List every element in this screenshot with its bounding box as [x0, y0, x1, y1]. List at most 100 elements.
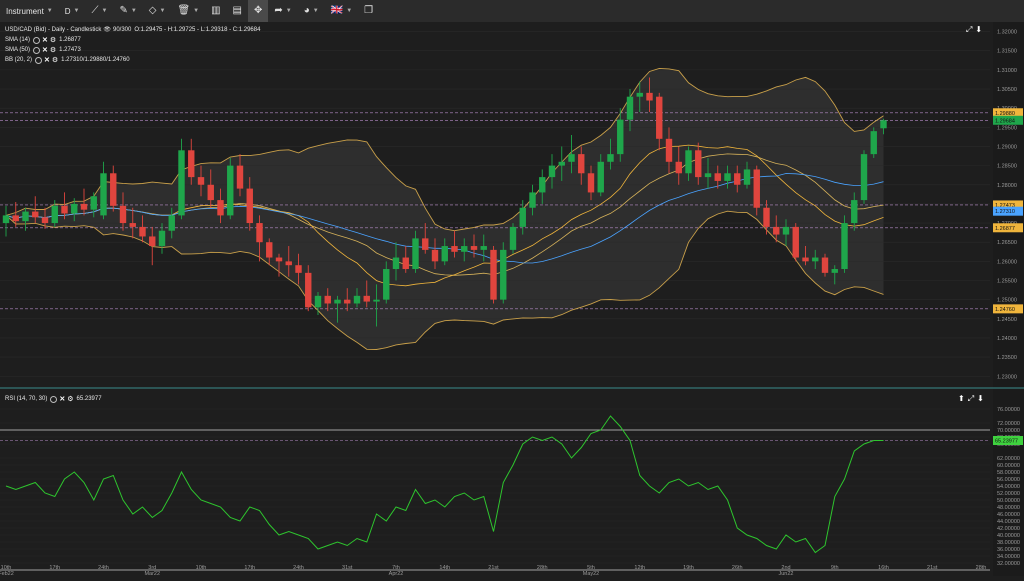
candle-body: [470, 246, 478, 250]
pencil-menu[interactable]: ✎ ▼: [113, 0, 142, 22]
close-icon[interactable]: ✕: [42, 36, 48, 44]
candle-body: [41, 217, 49, 224]
candle-body: [607, 154, 614, 162]
expand-icon[interactable]: ⤢: [966, 25, 972, 35]
candle-body: [256, 223, 263, 243]
candle-body: [353, 295, 361, 304]
timeframe-menu[interactable]: D ▼: [59, 0, 86, 22]
candle-body: [363, 295, 370, 302]
candle-body: [100, 173, 107, 216]
candle-body: [743, 169, 751, 185]
expand-icon[interactable]: ⤢: [968, 394, 974, 404]
x-tick-label: 9th: [831, 565, 839, 571]
candle-body: [139, 226, 146, 237]
rsi-tick-label: 34.00000: [997, 554, 1020, 560]
layout-button[interactable]: ▤: [227, 0, 248, 22]
candle-body: [870, 131, 877, 155]
candle-body: [80, 203, 88, 210]
pencil-icon: ✎: [119, 5, 128, 16]
bars-info: 90/300: [112, 26, 132, 33]
rsi-tick-label: 62.00000: [997, 456, 1020, 462]
candle-body: [656, 96, 663, 139]
visibility-icon[interactable]: [50, 395, 58, 403]
arrow-down-icon[interactable]: ⬇: [975, 25, 982, 35]
candle-body: [568, 154, 575, 162]
instrument-label: Instrument: [6, 6, 44, 16]
candle-body: [773, 226, 780, 235]
price-tag-label: 1.24760: [995, 307, 1015, 313]
close-icon[interactable]: ✕: [42, 46, 48, 54]
candle-body: [636, 92, 643, 97]
visibility-icon[interactable]: [33, 46, 41, 54]
candle-body: [441, 246, 448, 262]
rsi-tick-label: 44.00000: [997, 519, 1020, 525]
candle-body: [334, 299, 341, 304]
chart-area[interactable]: 1.320001.315001.310001.305001.300001.295…: [0, 22, 1024, 577]
rsi-tick-label: 40.00000: [997, 533, 1020, 539]
candle-body: [597, 161, 604, 193]
gear-icon[interactable]: ⚙: [67, 395, 73, 403]
chevron-down-icon: ▼: [285, 8, 292, 14]
rsi-tick-label: 52.00000: [997, 491, 1020, 497]
visibility-icon[interactable]: [33, 36, 41, 44]
candle-body: [860, 154, 868, 201]
popout-button[interactable]: ❐: [358, 0, 379, 22]
price-tag-label: 1.26877: [995, 226, 1015, 232]
chart-type-button[interactable]: ▥: [205, 0, 226, 22]
candle-body: [802, 257, 809, 262]
candle-body: [626, 96, 634, 120]
x-tick-label: 21st: [927, 565, 938, 571]
bb-legend: BB (20, 2) ✕ ⚙ 1.27310/1.29880/1.24760: [5, 56, 130, 64]
rsi-tick-label: 38.00000: [997, 540, 1020, 546]
rsi-value: 65.23977: [76, 396, 102, 402]
crosshair-button[interactable]: ✥: [248, 0, 269, 22]
arrow-down-icon[interactable]: ⬇: [977, 394, 984, 404]
arrow-up-icon[interactable]: ⬆: [958, 394, 965, 404]
candle-body: [207, 184, 214, 201]
language-menu[interactable]: 🇬🇧 ▼: [325, 0, 358, 22]
candle-body: [236, 165, 244, 189]
rsi-tick-label: 72.00000: [997, 421, 1020, 427]
draw-line-menu[interactable]: ⟋ ▼: [85, 0, 113, 22]
price-tick-label: 1.25500: [997, 279, 1017, 285]
price-tick-label: 1.24000: [997, 336, 1017, 342]
chevron-down-icon: ▼: [312, 8, 319, 14]
chart-svg[interactable]: 1.320001.315001.310001.305001.300001.295…: [0, 22, 1024, 577]
x-tick-label: 26th: [732, 565, 743, 571]
gear-icon[interactable]: ⚙: [52, 56, 58, 64]
price-tick-label: 1.28000: [997, 183, 1017, 189]
shapes-icon: ◇: [148, 5, 157, 16]
candle-body: [197, 177, 205, 185]
theme-menu[interactable]: ◕ ▼: [298, 0, 325, 22]
trash-icon: 🗑: [177, 5, 191, 16]
rsi-tick-label: 48.00000: [997, 505, 1020, 511]
crosshair-icon: ✥: [254, 5, 263, 16]
shapes-menu[interactable]: ◇ ▼: [143, 0, 172, 22]
delete-menu[interactable]: 🗑 ▼: [171, 0, 205, 22]
bb-value: 1.27310/1.29880/1.24760: [61, 57, 130, 63]
x-tick-sublabel: May22: [583, 571, 600, 576]
candle-body: [305, 272, 312, 308]
candle-body: [110, 173, 117, 206]
close-icon[interactable]: ✕: [44, 56, 50, 64]
candle-body: [763, 207, 770, 227]
sma14-legend: SMA (14) ✕ ⚙ 1.26877: [5, 36, 81, 44]
share-menu[interactable]: ➦ ▼: [268, 0, 297, 22]
eye-icon[interactable]: 👁: [103, 26, 111, 33]
x-tick-label: 24th: [98, 565, 109, 571]
chevron-down-icon: ▼: [130, 8, 137, 14]
gear-icon[interactable]: ⚙: [50, 46, 56, 54]
gear-icon[interactable]: ⚙: [50, 36, 56, 44]
candle-body: [324, 295, 331, 304]
x-tick-label: 16th: [878, 565, 889, 571]
rsi-tick-label: 60.00000: [997, 463, 1020, 469]
candle-body: [831, 269, 838, 273]
visibility-icon[interactable]: [35, 56, 43, 64]
close-icon[interactable]: ✕: [59, 395, 65, 403]
candle-body: [12, 215, 19, 222]
candle-body: [129, 223, 136, 227]
chevron-down-icon: ▼: [193, 8, 200, 14]
x-tick-label: 19th: [683, 565, 694, 571]
candle-body: [431, 249, 439, 262]
instrument-menu[interactable]: Instrument ▼: [0, 0, 59, 22]
